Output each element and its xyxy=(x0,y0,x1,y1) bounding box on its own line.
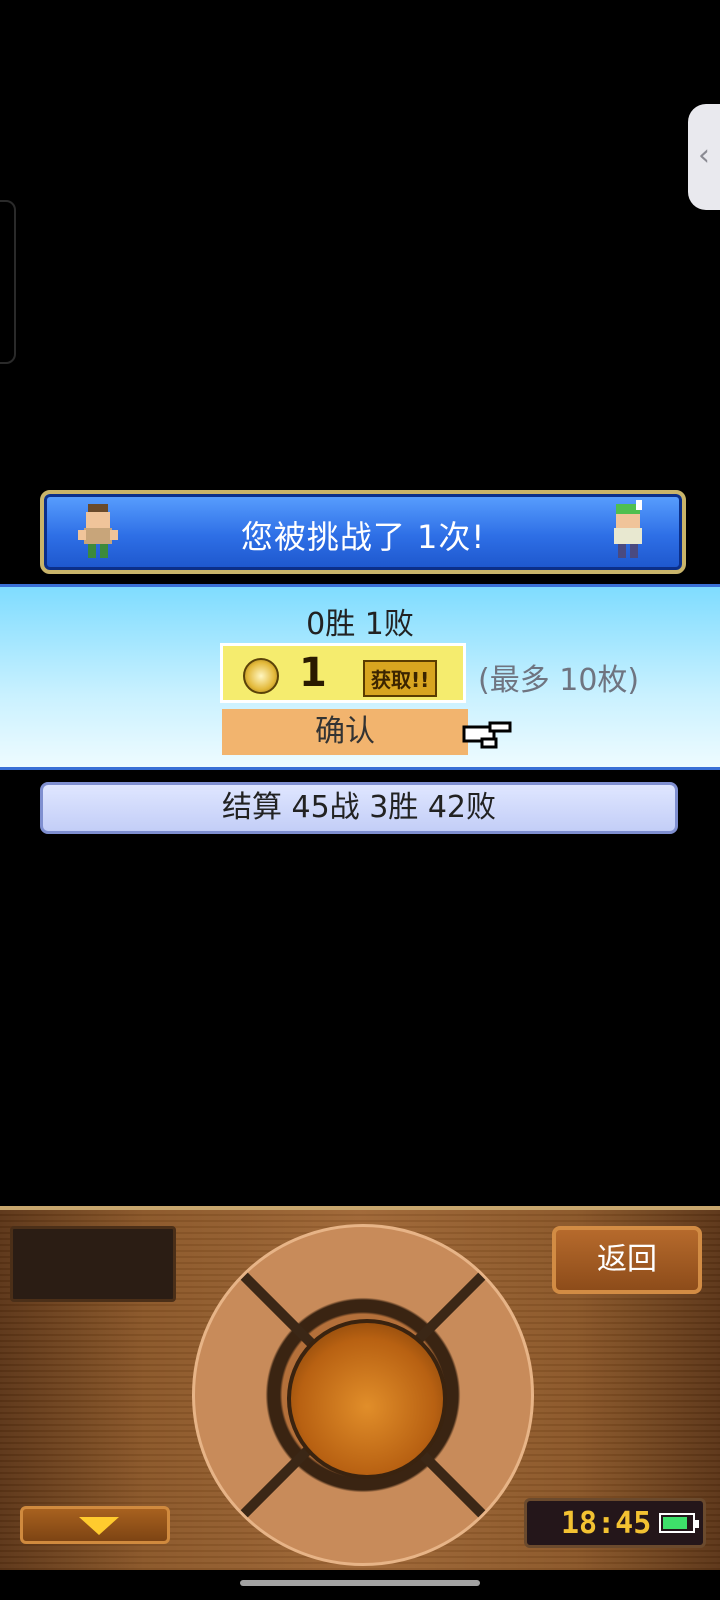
max-coins-note: (最多 10枚) xyxy=(478,663,640,698)
side-drawer-tab[interactable]: ‹ xyxy=(688,104,720,210)
triangle-down-icon xyxy=(79,1517,119,1535)
season-summary-bar: 结算 45战 3胜 42败 xyxy=(40,782,678,834)
back-button[interactable]: 返回 xyxy=(552,1226,702,1294)
dpad[interactable] xyxy=(192,1224,534,1566)
hand-pointer-icon xyxy=(462,721,512,749)
coin-count: 1 xyxy=(299,650,327,696)
confirm-button[interactable]: 确认 xyxy=(222,709,468,755)
challenge-banner: 您被挑战了 1次! xyxy=(40,490,686,574)
opponent-sprite-icon xyxy=(614,500,642,558)
dpad-center-button[interactable] xyxy=(287,1319,447,1479)
battery-icon xyxy=(659,1513,699,1533)
coin-icon xyxy=(243,658,279,694)
home-indicator[interactable] xyxy=(240,1580,480,1586)
coin-reward-box: 1 获取!! xyxy=(220,643,466,703)
clock-display: 18:45 xyxy=(524,1498,706,1548)
win-loss-record: 0胜 1败 xyxy=(306,607,414,642)
banner-title: 您被挑战了 1次! xyxy=(240,518,486,556)
mini-screen xyxy=(10,1226,176,1302)
left-edge-handle xyxy=(0,200,16,364)
game-console: 返回 18:45 xyxy=(0,1206,720,1570)
chevron-left-icon: ‹ xyxy=(698,138,710,173)
clock-time: 18:45 xyxy=(561,1506,652,1541)
obtain-badge: 获取!! xyxy=(363,660,438,697)
scroll-down-button[interactable] xyxy=(20,1506,170,1544)
result-panel: 0胜 1败 1 获取!! (最多 10枚) 确认 xyxy=(0,584,720,770)
